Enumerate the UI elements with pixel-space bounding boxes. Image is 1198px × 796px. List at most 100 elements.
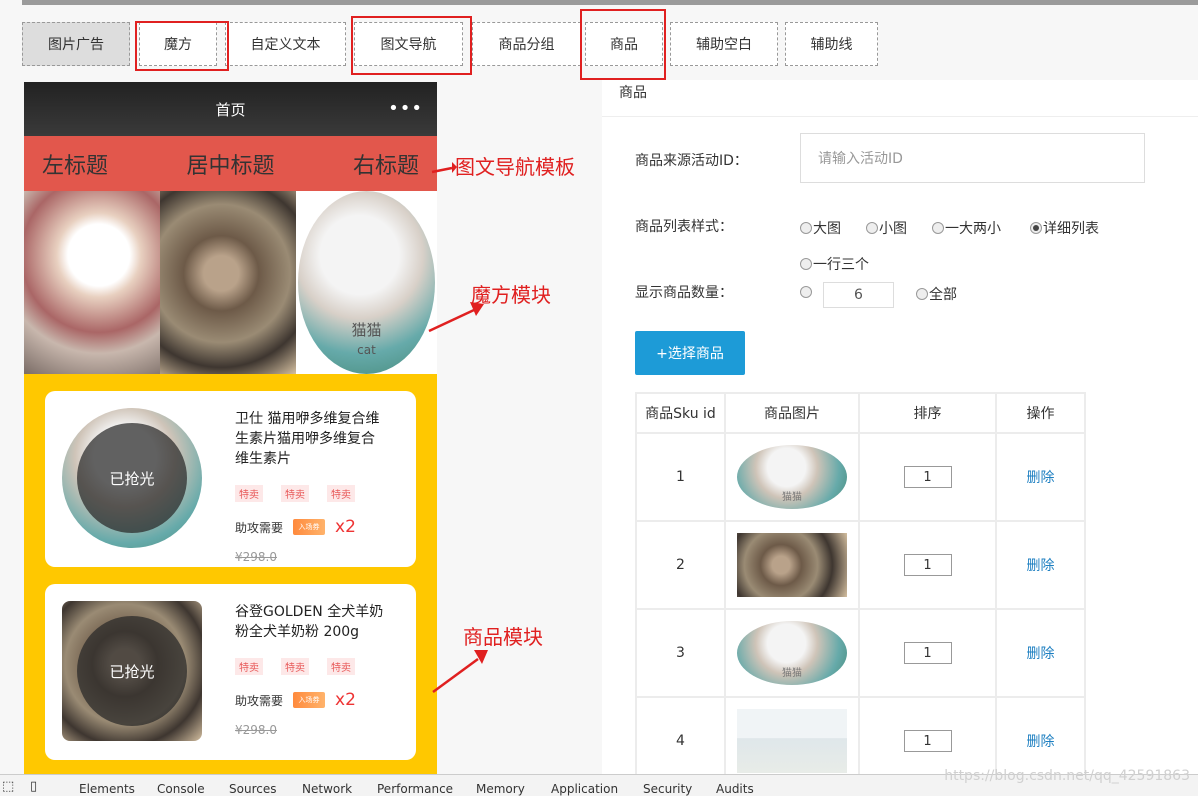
device-toggle-icon[interactable]: ▯ <box>30 779 37 794</box>
goods-tag: 特卖 <box>281 658 309 675</box>
select-goods-button[interactable]: +选择商品 <box>635 331 745 375</box>
sort-input[interactable]: 1 <box>903 730 952 752</box>
sold-out-badge: 已抢光 <box>77 616 187 726</box>
radio-style-detail-list[interactable]: 详细列表 <box>1030 218 1099 238</box>
panel-title: 商品 <box>602 80 1198 117</box>
cube-cat-image-3[interactable]: 猫猫 cat <box>296 191 437 374</box>
goods-thumb-cell <box>724 520 860 610</box>
goods-original-price: ¥298.0 <box>235 550 277 564</box>
devtools-tab-security[interactable]: Security <box>643 782 692 796</box>
goods-original-price: ¥298.0 <box>235 723 277 737</box>
sku-id: 4 <box>635 696 726 786</box>
radio-style-small[interactable]: 小图 <box>866 218 907 238</box>
delete-link[interactable]: 删除 <box>1027 646 1055 662</box>
action-cell: 删除 <box>995 520 1086 610</box>
sku-id: 1 <box>635 432 726 522</box>
devtools-tab-network[interactable]: Network <box>302 782 352 796</box>
ticket-icon: 入场券 <box>293 692 326 708</box>
assist-row: 助攻需要 入场券 x2 <box>235 690 356 710</box>
more-icon[interactable]: ••• <box>388 98 423 119</box>
delete-link[interactable]: 删除 <box>1027 734 1055 750</box>
cube-cat-caption: 猫猫 <box>351 321 382 339</box>
assist-row: 助攻需要 入场券 x2 <box>235 517 356 537</box>
goods-tag: 特卖 <box>327 485 355 502</box>
goods-title: 卫仕 猫用咿多维复合维生素片猫用咿多维复合维生素片 <box>235 411 380 467</box>
watermark: https://blog.csdn.net/qq_42591863 <box>944 768 1190 784</box>
inspect-icon[interactable]: ⬚ <box>2 779 14 794</box>
radio-label: 一行三个 <box>813 257 869 273</box>
tab-magic-cube[interactable]: 魔方 <box>139 22 217 66</box>
goods-thumb-cell: 猫猫 <box>724 432 860 522</box>
sort-input[interactable]: 1 <box>903 466 952 488</box>
thumb-caption: 猫猫 <box>782 668 802 679</box>
devtools-tab-performance[interactable]: Performance <box>377 782 453 796</box>
sort-cell: 1 <box>858 432 997 522</box>
goods-card[interactable]: 已抢光 谷登GOLDEN 全犬羊奶粉全犬羊奶粉 200g 特卖 特卖 特卖 助攻… <box>45 584 416 760</box>
cube-cat-image-1[interactable] <box>24 191 160 374</box>
nav-left-title[interactable]: 左标题 <box>42 148 108 180</box>
assist-label: 助攻需要 <box>235 520 284 535</box>
cube-cat-image-2[interactable] <box>160 191 296 374</box>
goods-tag: 特卖 <box>327 658 355 675</box>
sort-cell: 1 <box>858 608 997 698</box>
devtools-tab-elements[interactable]: Elements <box>79 782 135 796</box>
delete-link[interactable]: 删除 <box>1027 470 1055 486</box>
action-cell: 删除 <box>995 608 1086 698</box>
tab-custom-text[interactable]: 自定义文本 <box>225 22 346 66</box>
radio-icon <box>866 222 878 234</box>
radio-count-all[interactable]: 全部 <box>916 284 957 304</box>
delete-link[interactable]: 删除 <box>1027 558 1055 574</box>
devtools-tab-application[interactable]: Application <box>551 782 618 796</box>
annotation-nav-template: 图文导航模板 <box>455 155 575 179</box>
goods-count-input[interactable]: 6 <box>823 282 894 308</box>
sort-input[interactable]: 1 <box>903 642 952 664</box>
col-image: 商品图片 <box>724 392 860 434</box>
tab-image-ad[interactable]: 图片广告 <box>22 22 130 66</box>
goods-title: 谷登GOLDEN 全犬羊奶粉全犬羊奶粉 200g <box>235 604 384 640</box>
radio-icon <box>800 258 812 270</box>
tab-divider-line[interactable]: 辅助线 <box>785 22 878 66</box>
radio-label: 详细列表 <box>1043 221 1099 237</box>
magic-cube-module: 猫猫 cat <box>24 191 437 374</box>
devtools-tab-audits[interactable]: Audits <box>716 782 754 796</box>
radio-style-large[interactable]: 大图 <box>800 218 841 238</box>
cube-oval-cat: 猫猫 cat <box>298 191 435 374</box>
goods-image: 已抢光 <box>62 601 202 741</box>
goods-tags: 特卖 特卖 特卖 <box>235 485 355 502</box>
thumb-caption: 猫猫 <box>782 492 802 503</box>
radio-icon <box>800 222 812 234</box>
goods-tag: 特卖 <box>281 485 309 502</box>
devtools-tab-memory[interactable]: Memory <box>476 782 525 796</box>
activity-id-input[interactable]: 请输入活动ID <box>800 133 1145 183</box>
goods-thumb-cell: 猫猫 <box>724 608 860 698</box>
nav-center-title[interactable]: 居中标题 <box>186 148 274 180</box>
radio-count-custom[interactable] <box>800 286 813 298</box>
nav-right-title[interactable]: 右标题 <box>353 148 419 180</box>
top-bar <box>22 0 1198 5</box>
action-cell: 删除 <box>995 432 1086 522</box>
goods-thumbnail: 猫猫 <box>737 445 847 509</box>
goods-module: 已抢光 卫仕 猫用咿多维复合维生素片猫用咿多维复合维生素片 特卖 特卖 特卖 助… <box>24 374 437 782</box>
radio-style-one-big-two-small[interactable]: 一大两小 <box>932 218 1001 238</box>
page-title: 首页 <box>215 100 246 119</box>
devtools-tab-console[interactable]: Console <box>157 782 205 796</box>
phone-header: 首页 ••• <box>24 82 437 136</box>
goods-thumbnail: 猫猫 <box>737 621 847 685</box>
radio-icon <box>932 222 944 234</box>
tab-spacer[interactable]: 辅助空白 <box>670 22 778 66</box>
radio-label: 小图 <box>879 221 907 237</box>
sort-input[interactable]: 1 <box>903 554 952 576</box>
goods-card[interactable]: 已抢光 卫仕 猫用咿多维复合维生素片猫用咿多维复合维生素片 特卖 特卖 特卖 助… <box>45 391 416 567</box>
radio-style-three-per-row[interactable]: 一行三个 <box>800 254 869 274</box>
col-action: 操作 <box>995 392 1086 434</box>
tab-image-nav[interactable]: 图文导航 <box>354 22 463 66</box>
table-row: 3 猫猫 1 删除 <box>635 608 1086 698</box>
col-sort: 排序 <box>858 392 997 434</box>
tab-goods-group[interactable]: 商品分组 <box>472 22 581 66</box>
devtools-tab-sources[interactable]: Sources <box>229 782 276 796</box>
radio-checked-icon <box>1030 222 1042 234</box>
goods-image: 已抢光 <box>62 408 202 548</box>
image-nav-bar[interactable]: 左标题 居中标题 右标题 <box>24 136 437 191</box>
tab-goods[interactable]: 商品 <box>585 22 663 66</box>
sku-id: 2 <box>635 520 726 610</box>
